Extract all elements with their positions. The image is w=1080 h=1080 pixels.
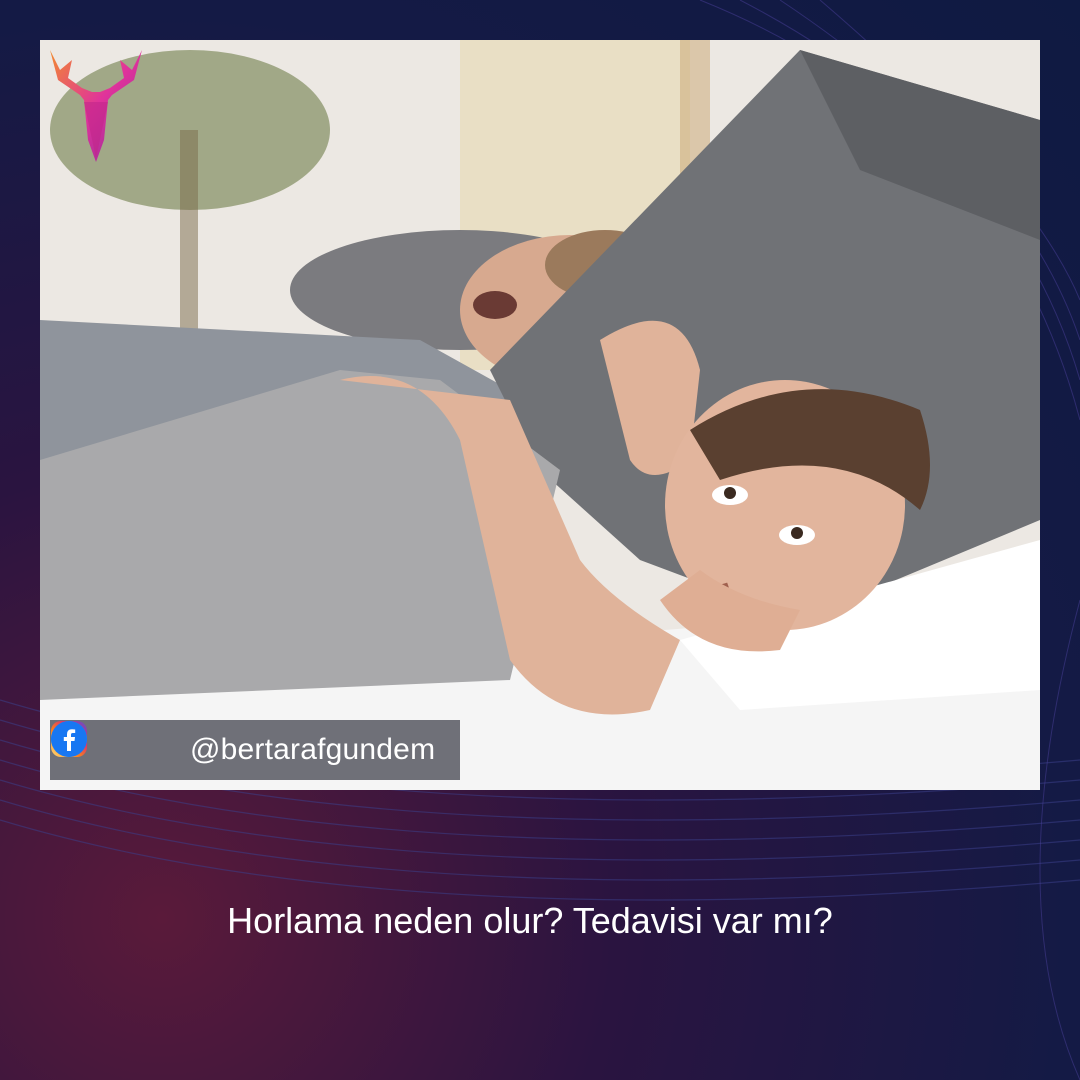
article-photo: @bertarafgundem xyxy=(40,40,1040,790)
social-handle-bar: @bertarafgundem xyxy=(50,720,460,780)
article-caption: Horlama neden olur? Tedavisi var mı? xyxy=(227,900,833,941)
twitter-icon[interactable] xyxy=(51,721,138,769)
couple-in-bed-illustration xyxy=(40,40,1040,790)
deer-head-logo xyxy=(50,50,142,162)
facebook-icon[interactable] xyxy=(51,721,180,769)
social-handle-text: @bertarafgundem xyxy=(190,733,436,766)
